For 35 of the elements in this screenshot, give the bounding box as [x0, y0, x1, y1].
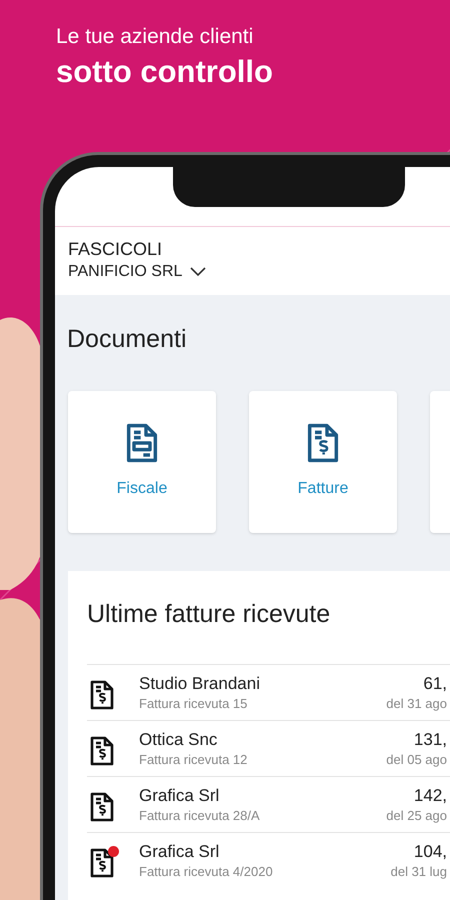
chevron-down-icon	[190, 267, 206, 277]
invoice-supplier: Grafica Srl	[139, 784, 220, 806]
headline-text: Le tue aziende clienti	[56, 24, 254, 50]
invoice-amount: 104,	[414, 841, 447, 863]
headline-title: sotto controllo	[56, 53, 274, 91]
invoice-document-icon	[90, 736, 114, 766]
invoice-date: del 05 ago	[386, 750, 447, 768]
invoice-supplier: Ottica Snc	[139, 728, 218, 750]
invoice-supplier: Grafica Srl	[139, 841, 220, 863]
invoice-number: Fattura ricevuta 12	[139, 750, 248, 768]
invoice-row[interactable]: Ottica Snc Fattura ricevuta 12 131, del 05 ago	[87, 721, 450, 777]
invoice-document-icon	[90, 792, 114, 822]
invoice-number: Fattura ricevuta 28/A	[139, 806, 261, 824]
invoice-date: del 31 lug	[390, 863, 447, 881]
invoice-row[interactable]: Studio Brandani Fattura ricevuta 15 61, del 31 ago	[87, 665, 450, 721]
invoice-number: Fattura ricevuta 4/2020	[139, 863, 274, 881]
invoice-amount: 131,	[414, 728, 447, 750]
section-title: Documenti	[66, 324, 188, 355]
invoice-document-icon	[90, 848, 114, 878]
category-card[interactable]: Fiscale	[68, 391, 216, 533]
invoice-row[interactable]: Grafica Srl Fattura ricevuta 4/2020 104, del 31 lug	[87, 833, 450, 889]
invoice-amount: 61,	[423, 672, 447, 694]
invoice-row[interactable]: Grafica Srl Fattura ricevuta 28/A 142, del 25 ago	[87, 777, 450, 833]
invoice-supplier: Studio Brandani	[139, 672, 261, 694]
company-selector[interactable]: PANIFICIO SRL	[68, 261, 206, 283]
form-document-icon	[126, 423, 158, 463]
invoice-amount: 142,	[414, 784, 447, 806]
invoice-date: del 31 ago	[386, 694, 447, 712]
invoices-title: Ultime fatture ricevute	[87, 599, 332, 630]
invoice-document-icon	[307, 423, 339, 463]
invoice-document-icon	[90, 680, 114, 710]
invoice-date: del 25 ago	[386, 806, 447, 824]
header-title: FASCICOLI	[68, 238, 164, 261]
invoice-number: Fattura ricevuta 15	[139, 694, 248, 712]
category-card[interactable]: Fatture	[249, 391, 397, 533]
